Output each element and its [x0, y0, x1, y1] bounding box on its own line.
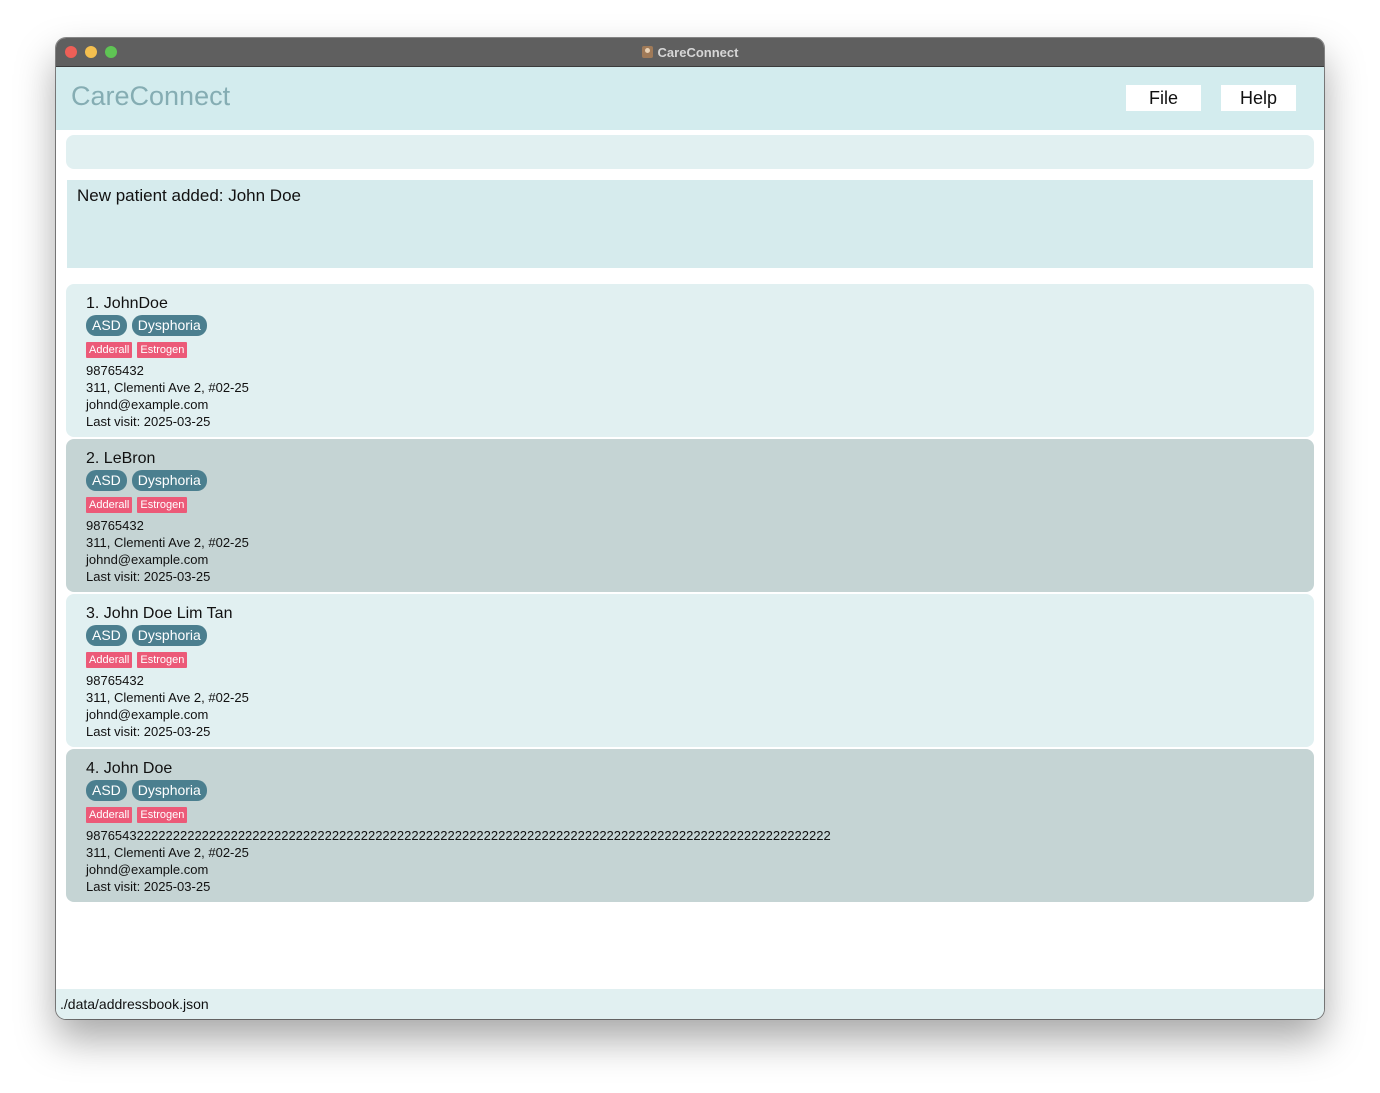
patient-email: johnd@example.com [86, 397, 209, 412]
condition-tags: ASD Dysphoria [86, 625, 1294, 646]
result-text: New patient added: John Doe [77, 186, 301, 205]
data-file-path: ./data/addressbook.json [60, 996, 209, 1012]
patient-phone: 98765432 [86, 518, 144, 533]
command-input[interactable] [66, 135, 1314, 169]
medication-tag: Adderall [86, 497, 133, 513]
medication-tags: Adderall Estrogen [86, 652, 1294, 668]
condition-tags: ASD Dysphoria [86, 780, 1294, 801]
medication-tag: Estrogen [137, 497, 188, 513]
patient-name: 2. LeBron [86, 450, 156, 467]
condition-tags: ASD Dysphoria [86, 315, 1294, 336]
file-menu-button[interactable]: File [1126, 85, 1201, 111]
patient-address: 311, Clementi Ave 2, #02-25 [86, 690, 249, 705]
patient-last-visit: Last visit: 2025-03-25 [86, 724, 211, 739]
help-menu-button[interactable]: Help [1221, 85, 1296, 111]
condition-tag: Dysphoria [131, 470, 207, 491]
patient-last-visit: Last visit: 2025-03-25 [86, 569, 211, 584]
patient-email: johnd@example.com [86, 552, 209, 567]
condition-tag: ASD [86, 625, 127, 646]
patient-list[interactable]: 1. JohnDoe ASD Dysphoria Adderall Estrog… [66, 284, 1314, 904]
patient-address: 311, Clementi Ave 2, #02-25 [86, 380, 249, 395]
patient-card[interactable]: 3. John Doe Lim Tan ASD Dysphoria Addera… [66, 594, 1314, 747]
patient-card[interactable]: 2. LeBron ASD Dysphoria Adderall Estroge… [66, 439, 1314, 592]
patient-phone: 98765432 [86, 363, 144, 378]
medication-tag: Estrogen [137, 342, 188, 358]
medication-tag: Adderall [86, 652, 133, 668]
patient-name: 1. JohnDoe [86, 295, 168, 312]
medication-tags: Adderall Estrogen [86, 807, 1294, 823]
app-window: CareConnect CareConnect File Help New pa… [56, 38, 1324, 1019]
condition-tag: ASD [86, 780, 127, 801]
medication-tag: Estrogen [137, 652, 188, 668]
medication-tag: Adderall [86, 807, 133, 823]
app-header: CareConnect File Help [56, 67, 1324, 130]
condition-tags: ASD Dysphoria [86, 470, 1294, 491]
condition-tag: ASD [86, 470, 127, 491]
patient-phone: 98765432 [86, 673, 144, 688]
medication-tags: Adderall Estrogen [86, 342, 1294, 358]
status-bar: ./data/addressbook.json [56, 989, 1324, 1019]
patient-name: 4. John Doe [86, 760, 173, 777]
condition-tag: Dysphoria [131, 315, 207, 336]
patient-last-visit: Last visit: 2025-03-25 [86, 879, 211, 894]
app-brand: CareConnect [71, 81, 231, 111]
patient-phone: 9876543222222222222222222222222222222222… [86, 828, 831, 843]
patient-card[interactable]: 4. John Doe ASD Dysphoria Adderall Estro… [66, 749, 1314, 902]
condition-tag: Dysphoria [131, 780, 207, 801]
condition-tag: Dysphoria [131, 625, 207, 646]
condition-tag: ASD [86, 315, 127, 336]
patient-name: 3. John Doe Lim Tan [86, 605, 233, 622]
patient-email: johnd@example.com [86, 862, 209, 877]
patient-last-visit: Last visit: 2025-03-25 [86, 414, 211, 429]
app-icon [641, 46, 653, 58]
title-bar-center: CareConnect [56, 38, 1324, 66]
result-display: New patient added: John Doe [67, 180, 1313, 268]
medication-tag: Estrogen [137, 807, 188, 823]
medication-tag: Adderall [86, 342, 133, 358]
patient-address: 311, Clementi Ave 2, #02-25 [86, 535, 249, 550]
patient-email: johnd@example.com [86, 707, 209, 722]
medication-tags: Adderall Estrogen [86, 497, 1294, 513]
window-title: CareConnect [657, 44, 739, 60]
title-bar: CareConnect [56, 38, 1324, 67]
patient-address: 311, Clementi Ave 2, #02-25 [86, 845, 249, 860]
patient-card[interactable]: 1. JohnDoe ASD Dysphoria Adderall Estrog… [66, 284, 1314, 437]
